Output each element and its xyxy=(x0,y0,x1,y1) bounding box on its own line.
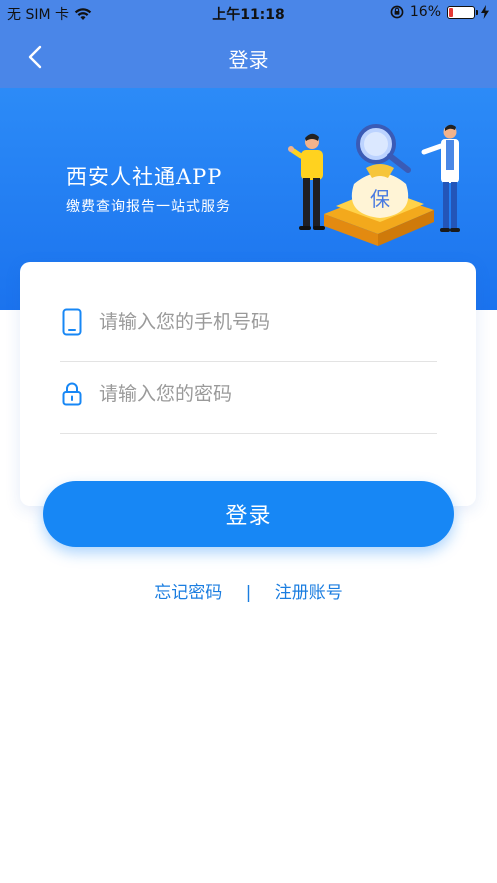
phone-icon xyxy=(60,308,84,336)
register-link[interactable]: 注册账号 xyxy=(275,583,343,603)
charging-bolt-icon xyxy=(481,5,489,19)
insurance-illustration: 保 xyxy=(288,124,460,246)
password-field xyxy=(60,354,437,434)
battery-cap xyxy=(476,9,478,15)
login-button-label: 登录 xyxy=(225,504,272,529)
lock-icon xyxy=(60,380,84,408)
battery-level xyxy=(449,7,453,17)
orientation-lock-icon xyxy=(390,5,404,19)
phone-input[interactable] xyxy=(99,310,399,333)
battery-icon xyxy=(447,5,478,19)
auth-links: 忘记密码 | 注册账号 xyxy=(0,578,497,603)
status-right: 16% xyxy=(390,4,489,20)
phone-field xyxy=(60,282,437,362)
login-button[interactable]: 登录 xyxy=(43,481,454,547)
status-bar: 无 SIM 卡 上午11:18 16% xyxy=(0,0,497,26)
illustration-glyph: 保 xyxy=(370,187,390,211)
page-title: 登录 xyxy=(228,48,269,72)
login-card xyxy=(20,262,476,506)
battery-percent: 16% xyxy=(409,4,441,20)
banner-subtitle: 缴费查询报告一站式服务 xyxy=(66,199,231,215)
link-separator: | xyxy=(245,583,252,603)
login-screen: 无 SIM 卡 上午11:18 16% 登录 西安人社通APP 缴费查询报告一站… xyxy=(0,0,497,883)
banner-title: 西安人社通APP xyxy=(66,165,223,189)
nav-bar: 登录 xyxy=(0,26,497,88)
forgot-password-link[interactable]: 忘记密码 xyxy=(154,583,222,603)
password-input[interactable] xyxy=(99,382,399,405)
